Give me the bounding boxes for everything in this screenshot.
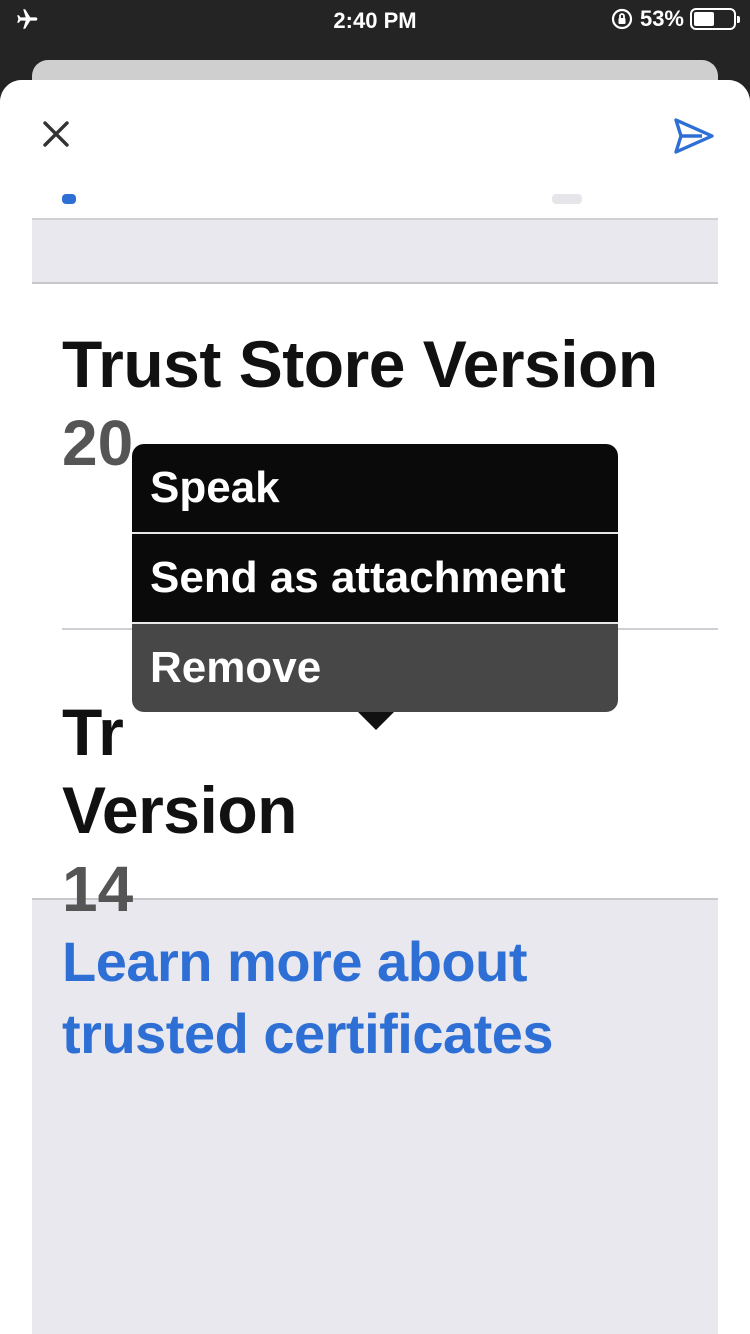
context-menu: Speak Send as attachment Remove [132,444,618,730]
trust-store-title: Trust Store Version [62,327,658,401]
learn-more-line2: trusted certificates [62,1002,554,1065]
menu-pointer-arrow [358,712,394,730]
send-icon[interactable] [672,114,716,158]
learn-more-link[interactable]: Learn more about trusted certificates [62,926,702,1070]
menu-item-speak[interactable]: Speak [132,444,618,532]
learn-more-line1: Learn more about [62,930,527,993]
battery-icon [690,8,740,30]
sheet-header [0,80,750,190]
cut-off-row [32,190,718,220]
menu-item-remove[interactable]: Remove [132,624,618,712]
asset-version-title-line2: Version [62,773,297,847]
asset-version-title-line1: Tr [62,695,124,769]
cut-off-fragment [62,194,76,204]
screenshot-preview: Trust Store Version 20 Tr Version 14 Lea… [32,190,718,1334]
asset-version-value: 14 [62,853,134,925]
battery-percentage: 53% [639,6,684,31]
section-gap [32,220,718,284]
close-icon[interactable] [36,114,76,154]
menu-item-send-as-attachment[interactable]: Send as attachment [132,534,618,622]
rotation-lock-icon [611,8,633,30]
status-bar: 2:40 PM 53% [0,0,750,40]
cut-off-fragment [552,194,582,204]
trust-store-value: 20 [62,407,134,479]
